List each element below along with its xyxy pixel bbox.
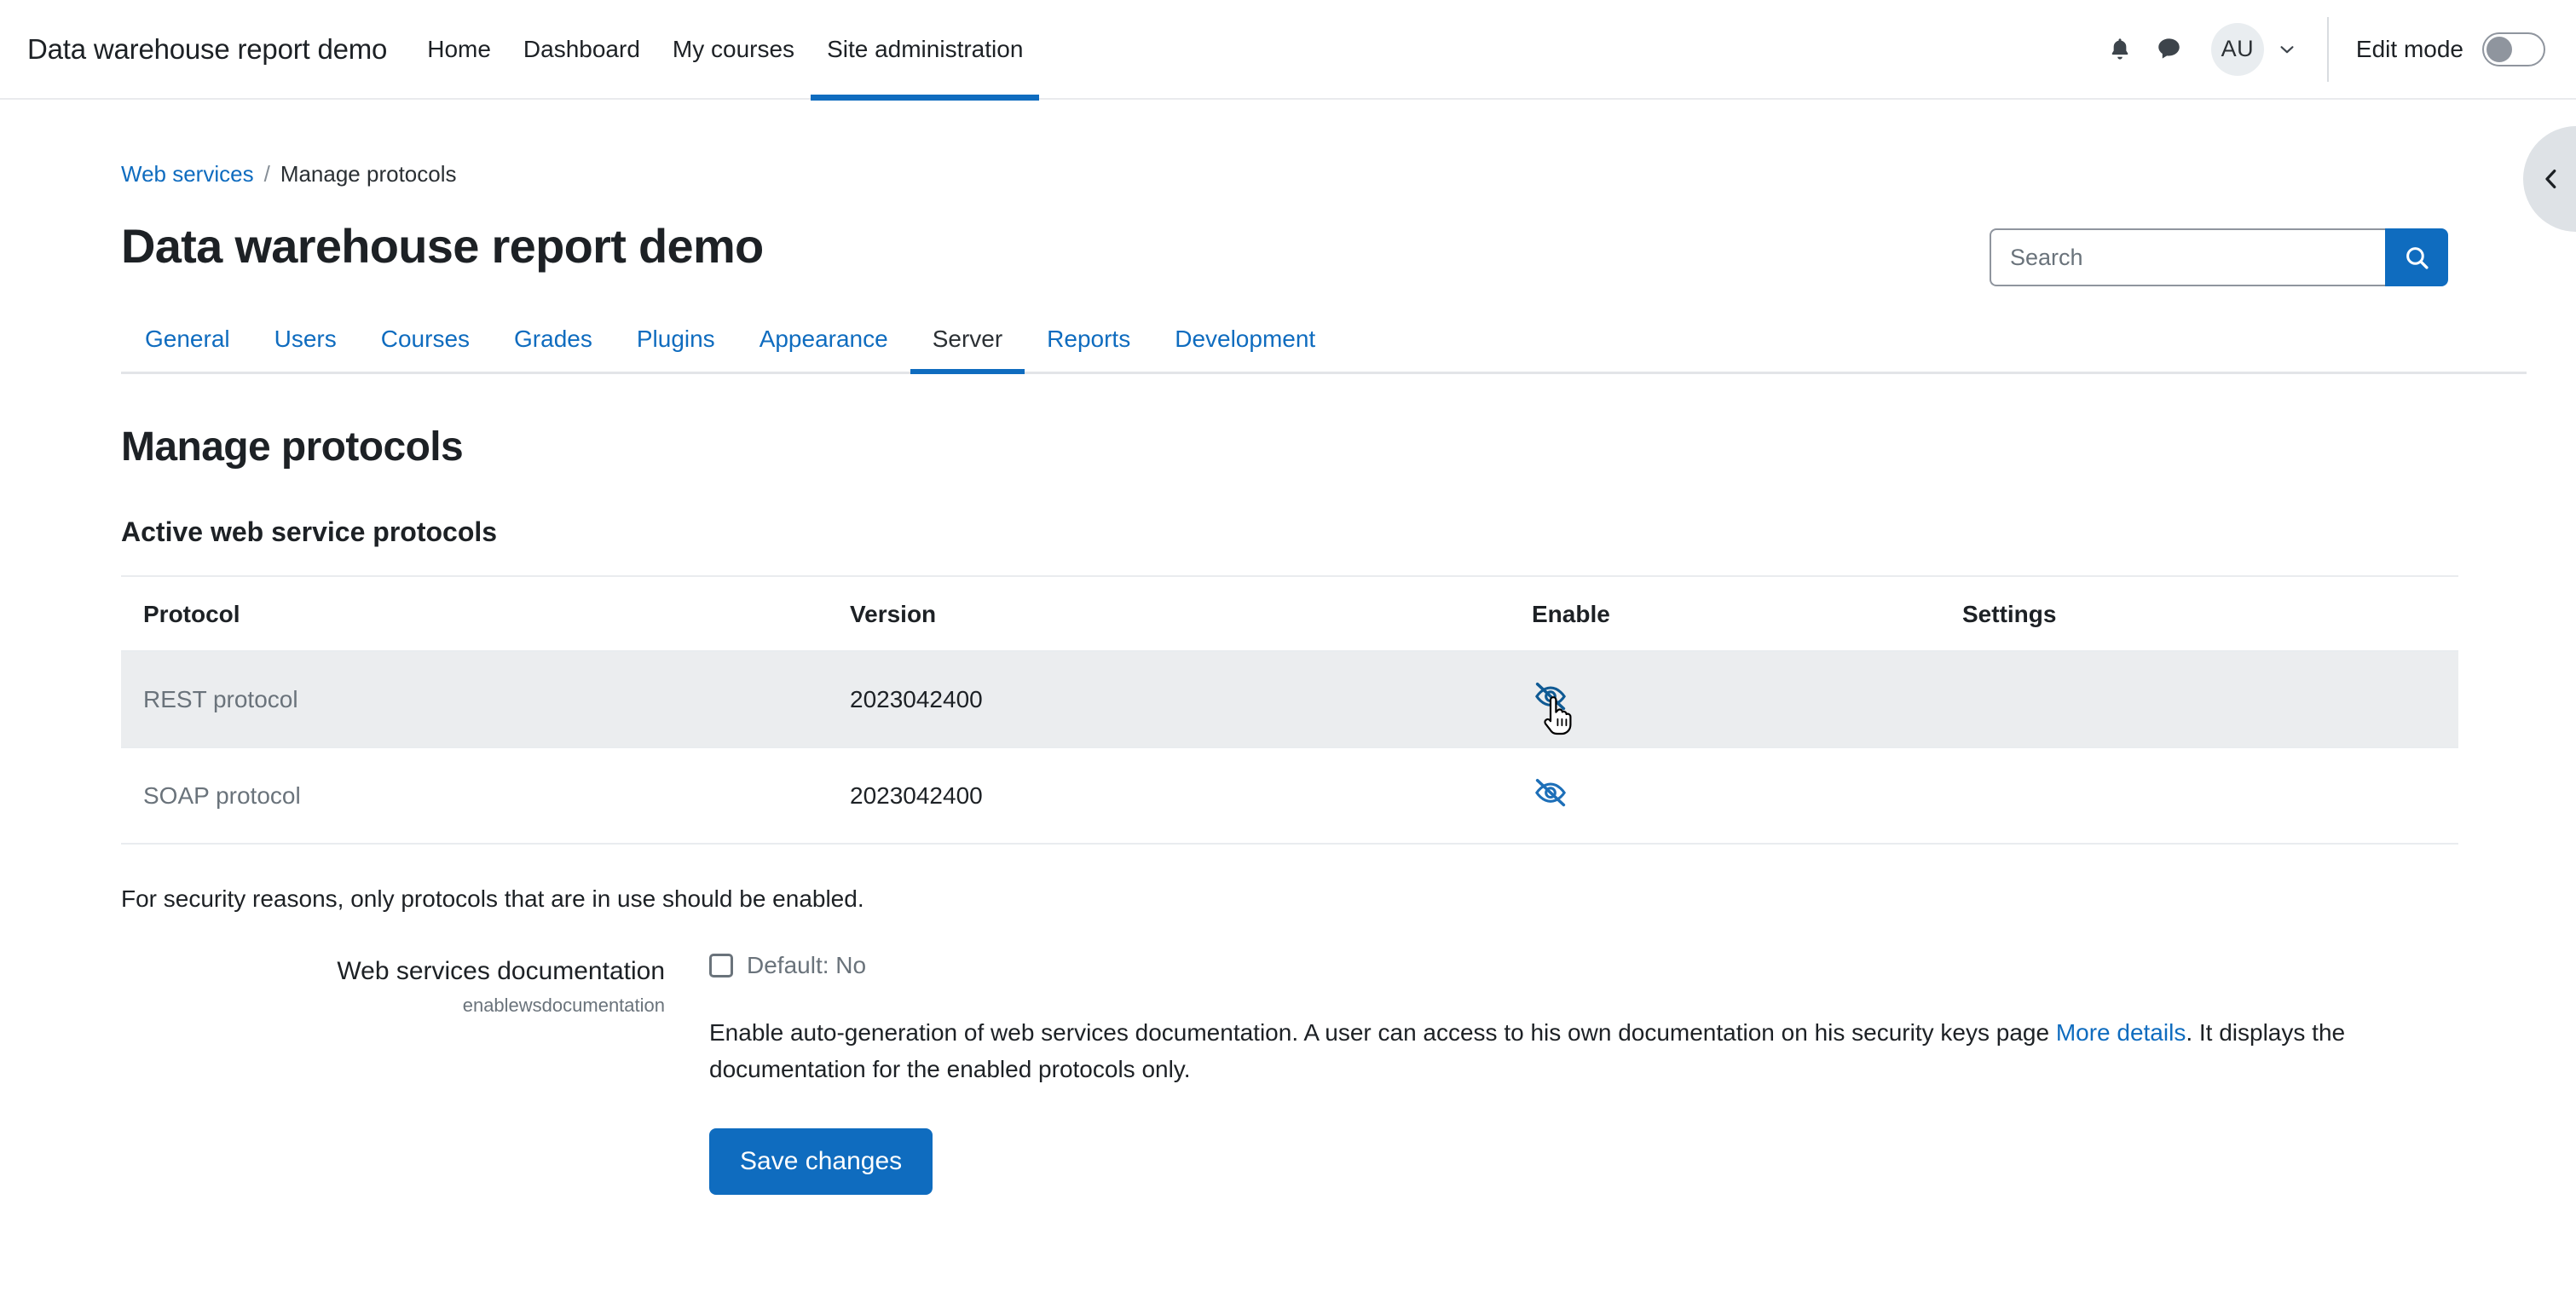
page-header-row: Data warehouse report demo <box>121 218 2527 286</box>
edit-mode-toggle-knob <box>2486 37 2512 62</box>
search-submit-button[interactable] <box>2385 228 2448 286</box>
setting-default-text: Default: No <box>747 952 866 979</box>
chevron-down-icon <box>2278 40 2296 59</box>
setting-description-text-before: Enable auto-generation of web services d… <box>709 1019 2056 1046</box>
setting-enablewsdocumentation: Web services documentation enablewsdocum… <box>121 952 2527 1195</box>
navbar-divider <box>2327 17 2329 82</box>
tab-plugins[interactable]: Plugins <box>615 326 737 372</box>
cell-protocol-name: SOAP protocol <box>121 747 850 844</box>
user-menu-toggle[interactable]: AU <box>2211 23 2296 76</box>
admin-search-group <box>1990 228 2448 286</box>
setting-label-column: Web services documentation enablewsdocum… <box>121 952 709 1195</box>
primary-navigation: Home Dashboard My courses Site administr… <box>411 0 1039 99</box>
page-container: Web services / Manage protocols Data war… <box>0 100 2576 1195</box>
cell-protocol-settings <box>1962 651 2458 747</box>
table-header-row: Protocol Version Enable Settings <box>121 576 2458 651</box>
breadcrumb-item-current: Manage protocols <box>280 161 457 187</box>
edit-mode-label: Edit mode <box>2356 36 2463 63</box>
section-heading: Manage protocols <box>121 424 2527 470</box>
nav-item-site-administration[interactable]: Site administration <box>811 0 1039 99</box>
edit-mode-control: Edit mode <box>2356 32 2545 66</box>
main-content: Manage protocols Active web service prot… <box>121 424 2527 1195</box>
bell-icon <box>2106 35 2134 64</box>
setting-label: Web services documentation <box>121 955 665 988</box>
navbar-right-actions: AU Edit mode <box>2095 0 2545 98</box>
setting-description: Enable auto-generation of web services d… <box>709 1015 2482 1087</box>
more-details-link[interactable]: More details <box>2056 1019 2186 1046</box>
enablewsdocumentation-checkbox[interactable] <box>709 954 733 977</box>
protocols-table-body: REST protocol 2023042400 <box>121 651 2458 844</box>
tab-grades[interactable]: Grades <box>492 326 615 372</box>
cell-protocol-version: 2023042400 <box>850 651 1532 747</box>
notifications-bell-button[interactable] <box>2095 25 2145 74</box>
column-header-version: Version <box>850 576 1532 651</box>
nav-item-dashboard[interactable]: Dashboard <box>507 0 656 99</box>
page-title: Data warehouse report demo <box>121 218 764 274</box>
messages-button[interactable] <box>2145 25 2194 74</box>
top-navbar: Data warehouse report demo Home Dashboar… <box>0 0 2576 100</box>
table-row[interactable]: REST protocol 2023042400 <box>121 651 2458 747</box>
column-header-enable: Enable <box>1532 576 1962 651</box>
tab-development[interactable]: Development <box>1152 326 1337 372</box>
cell-protocol-version: 2023042400 <box>850 747 1532 844</box>
chat-bubble-icon <box>2155 35 2183 63</box>
column-header-protocol: Protocol <box>121 576 850 651</box>
site-brand-link[interactable]: Data warehouse report demo <box>27 33 387 66</box>
subsection-heading: Active web service protocols <box>121 516 2527 548</box>
breadcrumb: Web services / Manage protocols <box>121 100 2527 187</box>
search-icon <box>2403 244 2431 272</box>
tab-appearance[interactable]: Appearance <box>737 326 910 372</box>
eye-slash-icon <box>1532 774 1569 811</box>
tab-general[interactable]: General <box>121 326 252 372</box>
chevron-left-icon <box>2538 166 2564 192</box>
protocols-table-head: Protocol Version Enable Settings <box>121 576 2458 651</box>
admin-section-tabs: General Users Courses Grades Plugins App… <box>121 326 2527 374</box>
protocols-table: Protocol Version Enable Settings REST pr… <box>121 575 2458 845</box>
setting-control-column: Default: No Enable auto-generation of we… <box>709 952 2527 1195</box>
enable-soap-protocol-button[interactable] <box>1532 774 1569 811</box>
cell-protocol-settings <box>1962 747 2458 844</box>
save-changes-button[interactable]: Save changes <box>709 1128 933 1195</box>
setting-key-name: enablewsdocumentation <box>121 995 665 1017</box>
nav-item-home[interactable]: Home <box>411 0 507 99</box>
table-row[interactable]: SOAP protocol 2023042400 <box>121 747 2458 844</box>
cell-protocol-enable <box>1532 651 1962 747</box>
setting-checkbox-line: Default: No <box>709 952 2527 979</box>
breadcrumb-separator: / <box>264 161 270 187</box>
enable-rest-protocol-button[interactable] <box>1532 678 1569 715</box>
tab-server[interactable]: Server <box>910 326 1025 372</box>
search-input[interactable] <box>1990 228 2385 286</box>
tab-reports[interactable]: Reports <box>1025 326 1152 372</box>
cell-protocol-enable <box>1532 747 1962 844</box>
eye-slash-icon <box>1532 678 1569 715</box>
avatar: AU <box>2211 23 2264 76</box>
tab-users[interactable]: Users <box>252 326 359 372</box>
column-header-settings: Settings <box>1962 576 2458 651</box>
cell-protocol-name: REST protocol <box>121 651 850 747</box>
breadcrumb-item-web-services[interactable]: Web services <box>121 161 254 187</box>
security-note: For security reasons, only protocols tha… <box>121 885 2527 913</box>
nav-item-my-courses[interactable]: My courses <box>656 0 811 99</box>
edit-mode-toggle[interactable] <box>2482 32 2545 66</box>
tab-courses[interactable]: Courses <box>359 326 492 372</box>
